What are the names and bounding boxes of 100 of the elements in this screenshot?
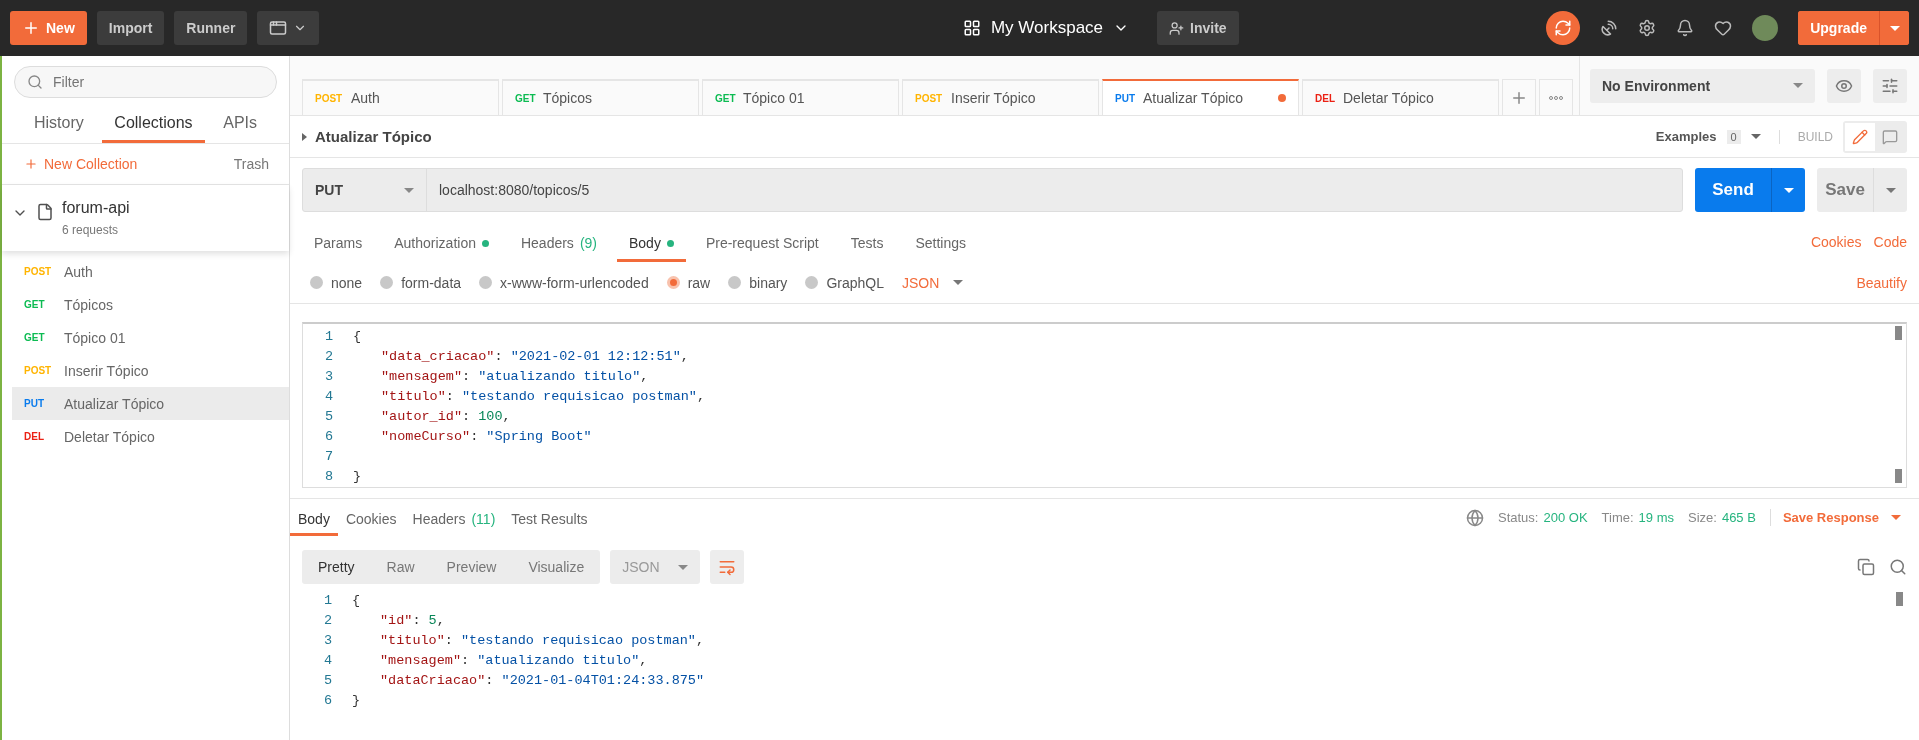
request-tab[interactable]: GET Tópico 01: [702, 79, 899, 115]
upgrade-dropdown[interactable]: [1879, 11, 1909, 45]
method-select[interactable]: PUT: [303, 169, 427, 211]
sidebar-item[interactable]: PUT Atualizar Tópico: [12, 387, 289, 420]
stat-label: Status:: [1498, 510, 1539, 525]
link[interactable]: Cookies: [1810, 234, 1862, 250]
settings-button[interactable]: [1873, 68, 1907, 103]
view-tab[interactable]: Pretty: [302, 550, 371, 584]
request-tab[interactable]: POST Inserir Tópico: [902, 79, 1099, 115]
code-line: "nomeCurso": "Spring Boot": [381, 428, 592, 444]
code-line: {: [353, 328, 362, 344]
response-tab[interactable]: Test Results: [503, 507, 596, 536]
response-tab[interactable]: Headers (11): [404, 507, 504, 536]
code-editor[interactable]: 1 { 2 "data_criacao": "2021-02-01 12:12:51", 3 "mensagem": "atualizando titulo", 4 "titulo": "testando requisicao postman", 5 "autor_id": 100, 6 "nomeCurso": "Spring Boot" 7 8 }: [302, 322, 1907, 488]
line-number: 7: [323, 448, 334, 464]
toolbar-button[interactable]: Import: [96, 11, 165, 45]
window-icon: [269, 19, 288, 37]
filter-input[interactable]: Filter: [51, 73, 264, 91]
request-tab[interactable]: POST Auth: [302, 79, 499, 115]
view-tab[interactable]: Preview: [430, 550, 513, 584]
sidebar-item[interactable]: POST Inserir Tópico: [12, 354, 289, 387]
line-number: 1: [323, 328, 334, 344]
heart-icon[interactable]: [1714, 19, 1733, 37]
body-type-radio[interactable]: none: [310, 274, 363, 291]
view-tab[interactable]: Visualize: [512, 550, 601, 584]
code-line: "titulo": "testando requisicao postman",: [380, 632, 705, 648]
sync-icon[interactable]: [1546, 11, 1581, 45]
request-tab[interactable]: PUT Atualizar Tópico: [1102, 79, 1299, 115]
request-option-tab[interactable]: Body: [617, 229, 686, 262]
line-number: 6: [322, 692, 333, 708]
line-number: 3: [322, 632, 333, 648]
stat-label: Time:: [1601, 510, 1634, 525]
expand-icon: [302, 132, 307, 141]
line-number: 5: [323, 408, 334, 424]
request-option-tab[interactable]: Pre-request Script: [693, 229, 831, 262]
body-type-radio[interactable]: binary: [728, 274, 788, 291]
body-type-radio[interactable]: GraphQL: [805, 274, 884, 291]
line-number: 1: [322, 592, 333, 608]
url-field[interactable]: PUT localhost:8080/topicos/5: [302, 168, 1683, 212]
body-type-radio[interactable]: x-www-form-urlencoded: [479, 274, 649, 291]
refresh-icon: [1554, 19, 1573, 37]
beautify-link[interactable]: Beautify: [1856, 274, 1907, 291]
environment-select[interactable]: No Environment: [1590, 68, 1815, 103]
line-number: 6: [323, 428, 334, 444]
trash-link[interactable]: Trash: [233, 156, 269, 172]
request-option-tab[interactable]: Settings: [903, 229, 979, 262]
line-number: 5: [322, 672, 333, 688]
toolbar-button[interactable]: Runner: [174, 11, 248, 45]
bell-icon[interactable]: [1676, 19, 1695, 37]
request-option-tab[interactable]: Headers (9): [508, 229, 609, 262]
line-number: 2: [323, 348, 334, 364]
response-tab[interactable]: Body: [290, 507, 338, 536]
plus-icon: [24, 157, 38, 171]
invite-button[interactable]: Invite: [1157, 11, 1239, 45]
sidebar-item[interactable]: POST Auth: [12, 255, 289, 288]
body-type-radio[interactable]: raw: [666, 274, 711, 291]
line-number: 4: [322, 652, 333, 668]
line-number: 8: [323, 468, 334, 484]
collection-card[interactable]: forum-api 6 requests: [2, 185, 289, 251]
request-tab[interactable]: DEL Deletar Tópico: [1302, 79, 1499, 115]
workspace-menu[interactable]: My Workspace: [956, 17, 1136, 39]
link[interactable]: Code: [1873, 234, 1907, 250]
satellite-icon[interactable]: [1600, 19, 1619, 37]
code-line: "autor_id": 100,: [381, 408, 511, 424]
new-window-button[interactable]: [257, 11, 320, 45]
scrollbar-thumb: [1895, 326, 1902, 340]
request-tab[interactable]: GET Tópicos: [502, 79, 699, 115]
copy-icon[interactable]: [1857, 558, 1875, 576]
code-line: "data_criacao": "2021-02-01 12:12:51",: [381, 348, 689, 364]
search-icon[interactable]: [1889, 558, 1907, 576]
filter-field[interactable]: Filter: [14, 66, 277, 98]
sidebar-item[interactable]: GET Tópicos: [12, 288, 289, 321]
add-tab-button[interactable]: [1502, 79, 1536, 115]
view-tab[interactable]: Raw: [370, 550, 431, 584]
sidebar-item[interactable]: GET Tópico 01: [12, 321, 289, 354]
format-dropdown[interactable]: JSON: [901, 274, 964, 291]
sidebar-tab[interactable]: History: [22, 108, 96, 143]
request-option-tab[interactable]: Authorization: [382, 229, 501, 262]
user-plus-icon: [1169, 20, 1185, 36]
scrollbar-thumb: [1895, 469, 1902, 483]
new-collection-link[interactable]: New Collection: [24, 156, 138, 172]
settings-icon[interactable]: [1638, 19, 1657, 37]
globe-icon: [1466, 508, 1484, 527]
save-response-button[interactable]: Save Response: [1769, 509, 1907, 526]
eye-button[interactable]: [1827, 68, 1861, 103]
stat-label: Size:: [1688, 510, 1717, 525]
response-tab[interactable]: Cookies: [337, 507, 405, 536]
sidebar-item[interactable]: DEL Deletar Tópico: [12, 420, 289, 453]
sidebar-tab[interactable]: APIs: [211, 108, 269, 143]
collection-name: forum-api: [62, 199, 130, 217]
examples-label[interactable]: Examples: [1655, 129, 1717, 144]
body-type-radio[interactable]: form-data: [380, 274, 462, 291]
request-option-tab[interactable]: Params: [302, 229, 375, 262]
wrap-button[interactable]: [709, 550, 744, 584]
sliders-icon: [1881, 76, 1899, 95]
edit-button[interactable]: [1845, 122, 1875, 151]
sidebar-tab[interactable]: Collections: [102, 108, 205, 143]
url-input[interactable]: localhost:8080/topicos/5: [427, 169, 1682, 211]
request-option-tab[interactable]: Tests: [838, 229, 896, 262]
avatar[interactable]: [1752, 15, 1779, 41]
